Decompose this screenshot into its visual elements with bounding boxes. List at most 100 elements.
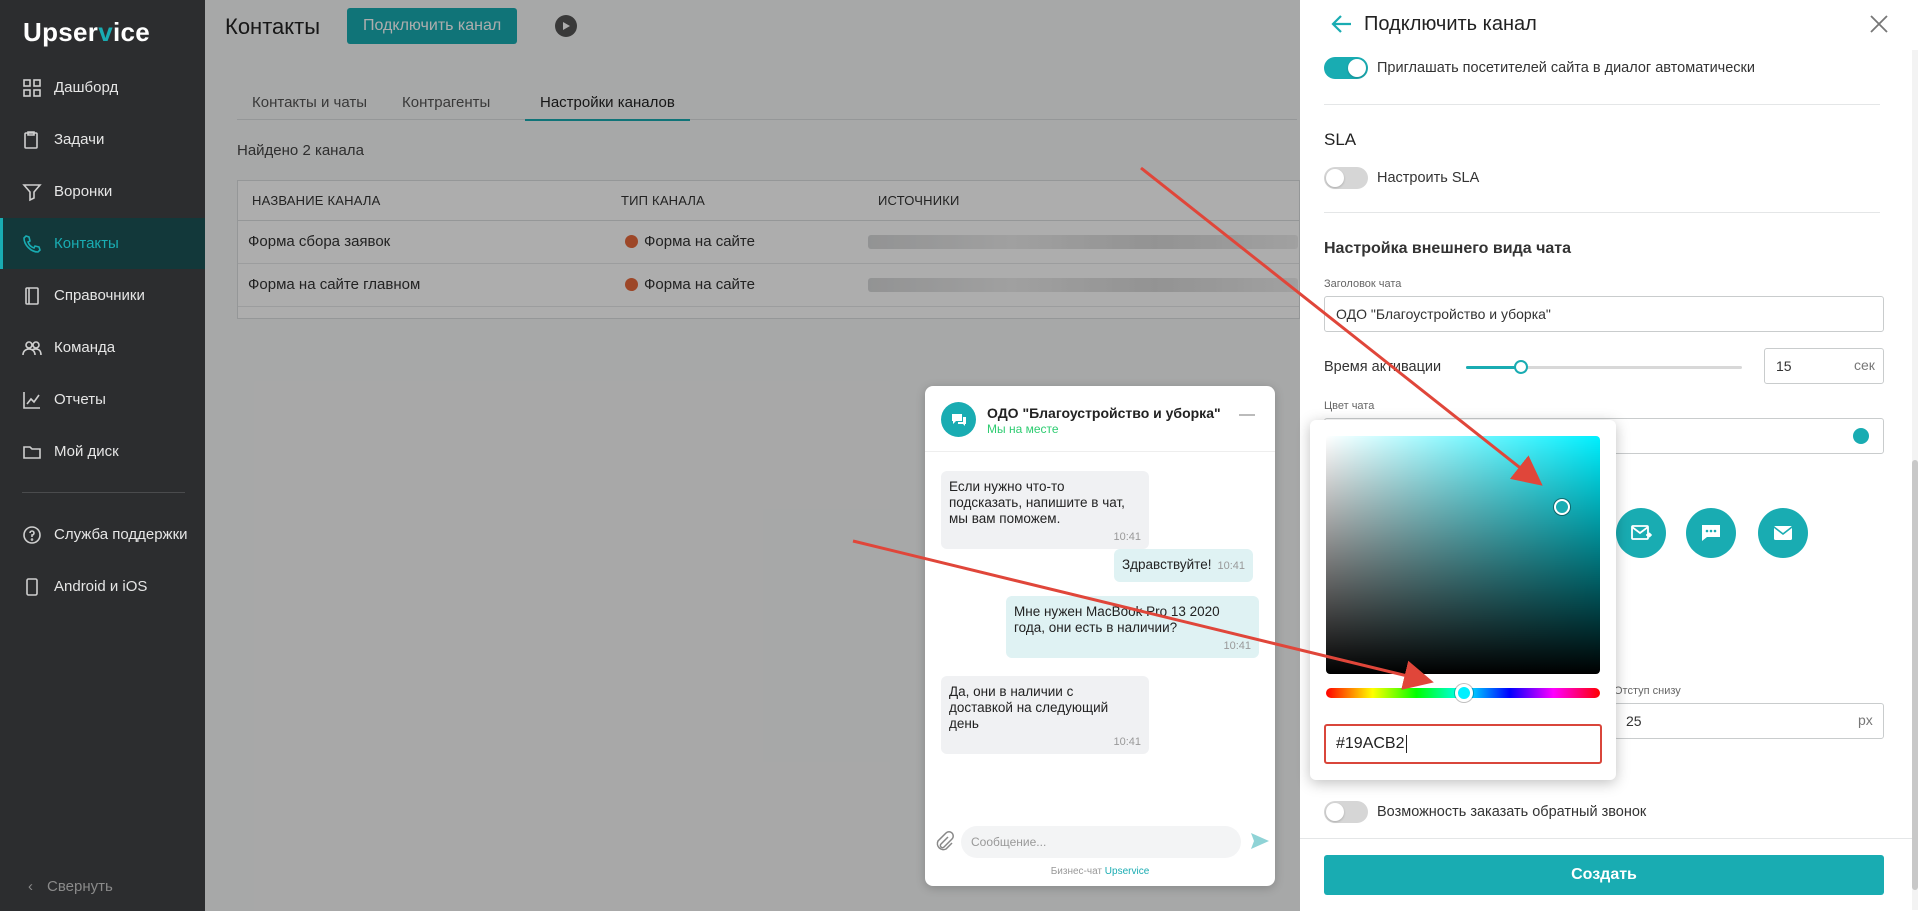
bottom-offset-label: Отступ снизу <box>1614 685 1681 697</box>
sidebar-item-tasks[interactable]: Задачи <box>0 114 205 165</box>
message-text: Да, они в наличии с доставкой на следующ… <box>949 684 1109 731</box>
message-time: 10:41 <box>1217 560 1245 572</box>
bottom-offset-unit: px <box>1858 712 1873 728</box>
hue-slider[interactable] <box>1326 684 1600 702</box>
activation-value: 15 <box>1776 358 1792 374</box>
back-arrow-icon[interactable] <box>1330 12 1354 36</box>
hex-color-input[interactable]: #19ACB2 <box>1324 724 1602 764</box>
message-text: Если нужно что-то подсказать, напишите в… <box>949 479 1125 526</box>
chat-message-incoming: Да, они в наличии с доставкой на следующ… <box>941 676 1149 754</box>
sla-heading: SLA <box>1324 130 1357 149</box>
activation-time-label: Время активации <box>1324 359 1442 375</box>
sidebar-item-reports[interactable]: Отчеты <box>0 374 205 425</box>
sidebar-item-label: Дашборд <box>54 79 119 96</box>
divider <box>1300 838 1912 839</box>
chat-title: ОДО "Благоустройство и уборка" <box>987 405 1221 421</box>
chat-message-incoming: Если нужно что-то подсказать, напишите в… <box>941 471 1149 549</box>
paperclip-icon[interactable] <box>933 830 955 852</box>
envelope-icon <box>1773 526 1793 540</box>
minimize-icon[interactable] <box>1239 414 1255 416</box>
team-icon <box>22 338 42 358</box>
sidebar-divider <box>22 492 185 493</box>
color-picker-popover: #19ACB2 <box>1310 420 1616 780</box>
help-icon <box>22 525 42 545</box>
message-time: 10:41 <box>1113 736 1141 748</box>
chevron-left-icon: ‹ <box>28 878 33 895</box>
sidebar-item-label: Контакты <box>54 235 119 252</box>
sidebar-item-directories[interactable]: Справочники <box>0 270 205 321</box>
chat-mail-icon <box>1631 525 1653 540</box>
divider <box>1324 104 1880 105</box>
saturation-brightness-area[interactable] <box>1326 436 1600 674</box>
panel-scrollbar[interactable] <box>1912 50 1918 910</box>
sidebar-item-label: Справочники <box>54 287 145 304</box>
sla-toggle[interactable] <box>1324 167 1368 189</box>
activation-unit: сек <box>1854 357 1875 373</box>
sidebar-item-funnels[interactable]: Воронки <box>0 166 205 217</box>
chat-bubble-icon <box>1702 525 1720 541</box>
sidebar-item-support[interactable]: Служба поддержки <box>0 509 205 560</box>
scrollbar-thumb[interactable] <box>1912 460 1918 890</box>
sidebar-item-label: Android и iOS <box>54 578 148 595</box>
slider-handle[interactable] <box>1514 360 1529 374</box>
activation-slider[interactable] <box>1466 360 1742 374</box>
chat-icon-option-bubble[interactable] <box>1686 508 1736 558</box>
create-button[interactable]: Создать <box>1324 855 1884 895</box>
toggle-knob <box>1348 59 1366 77</box>
footer-brand-link[interactable]: Upservice <box>1105 866 1149 877</box>
chart-icon <box>22 390 42 410</box>
message-time: 10:41 <box>1113 531 1141 543</box>
folder-icon <box>22 442 42 462</box>
invite-visitors-label: Приглашать посетителей сайта в диалог ав… <box>1377 60 1755 76</box>
chat-title-label: Заголовок чата <box>1324 278 1402 290</box>
hex-value: #19ACB2 <box>1336 735 1405 752</box>
chat-title-input[interactable]: ОДО "Благоустройство и уборка" <box>1324 296 1884 332</box>
sidebar-item-mobile-apps[interactable]: Android и iOS <box>0 561 205 612</box>
sidebar-item-disk[interactable]: Мой диск <box>0 426 205 477</box>
sidebar-item-label: Служба поддержки <box>54 526 188 543</box>
sidebar-item-dashboard[interactable]: Дашборд <box>0 62 205 113</box>
sidebar: Upservice Дашборд Задачи Воронки Контакт… <box>0 0 205 911</box>
collapse-sidebar-button[interactable]: ‹ Свернуть <box>28 878 113 895</box>
color-cursor[interactable] <box>1553 499 1570 516</box>
panel-header: Подключить канал <box>1300 0 1920 50</box>
message-text: Мне нужен MacBook Pro 13 2020 года, они … <box>1014 604 1220 635</box>
chat-color-swatch[interactable] <box>1853 428 1869 444</box>
message-text: Здравствуйте! <box>1122 557 1212 572</box>
chat-preview-widget: ОДО "Благоустройство и уборка" Мы на мес… <box>925 386 1275 886</box>
divider <box>1324 212 1880 213</box>
message-time: 10:41 <box>1223 640 1251 652</box>
bottom-offset-input[interactable]: 25 <box>1614 703 1884 739</box>
chat-avatar <box>941 402 976 437</box>
chat-color-label: Цвет чата <box>1324 400 1375 412</box>
funnel-icon <box>22 182 42 202</box>
chat-footer: Бизнес-чат Upservice <box>925 866 1275 877</box>
chat-status: Мы на месте <box>987 422 1059 436</box>
callback-toggle[interactable] <box>1324 801 1368 823</box>
callback-toggle-label: Возможность заказать обратный звонок <box>1377 804 1647 820</box>
hue-handle[interactable] <box>1455 684 1474 702</box>
phone-icon <box>22 577 42 597</box>
sidebar-item-label: Команда <box>54 339 116 356</box>
book-icon <box>22 286 42 306</box>
app-logo[interactable]: Upservice <box>23 17 150 48</box>
sidebar-item-contacts[interactable]: Контакты <box>0 218 205 269</box>
dashboard-icon <box>22 78 42 98</box>
chat-message-input[interactable]: Сообщение... <box>961 826 1241 858</box>
sidebar-item-label: Отчеты <box>54 391 106 408</box>
chat-header: ОДО "Благоустройство и уборка" Мы на мес… <box>925 386 1275 452</box>
sidebar-item-label: Воронки <box>54 183 113 200</box>
chat-message-outgoing: Здравствуйте! 10:41 <box>1114 549 1253 582</box>
tasks-icon <box>22 130 42 150</box>
close-icon[interactable] <box>1868 13 1890 35</box>
contacts-icon <box>22 234 42 254</box>
chat-icon-option-mail[interactable] <box>1616 508 1666 558</box>
sidebar-item-team[interactable]: Команда <box>0 322 205 373</box>
chat-message-outgoing: Мне нужен MacBook Pro 13 2020 года, они … <box>1006 596 1259 658</box>
panel-title: Подключить канал <box>1364 13 1537 35</box>
chat-icon-option-envelope[interactable] <box>1758 508 1808 558</box>
slider-fill <box>1466 366 1522 369</box>
invite-visitors-toggle[interactable] <box>1324 57 1368 79</box>
send-icon[interactable] <box>1249 830 1271 852</box>
sidebar-item-label: Мой диск <box>54 443 119 460</box>
